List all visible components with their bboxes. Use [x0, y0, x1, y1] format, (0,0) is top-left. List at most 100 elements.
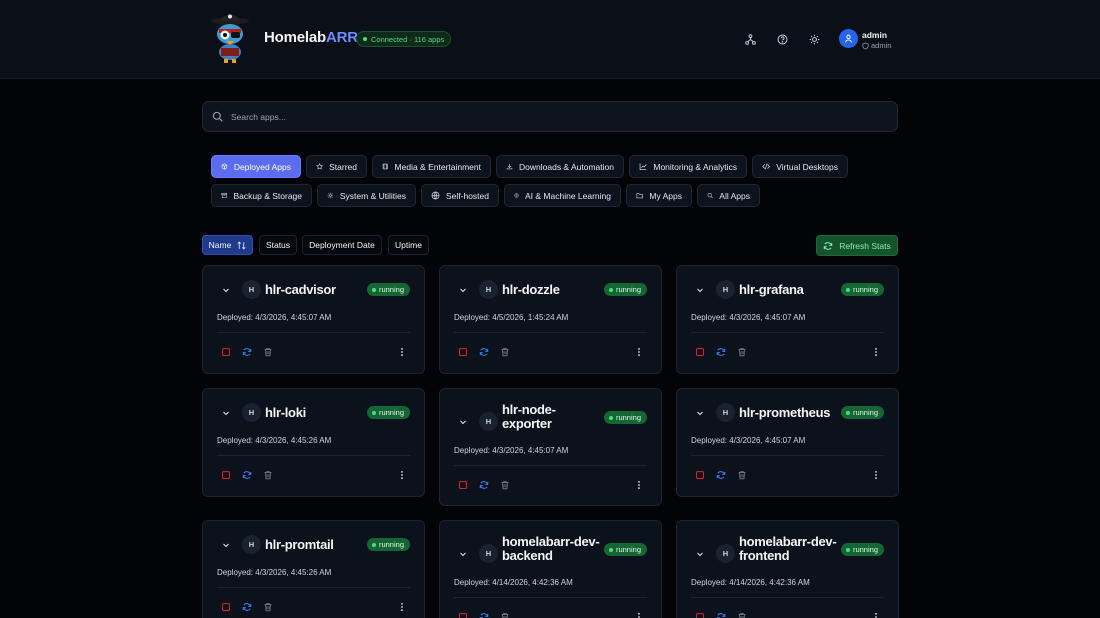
category-self-hosted[interactable]: Self-hosted — [421, 184, 499, 207]
expand-chevron-icon[interactable] — [458, 549, 468, 559]
category-label: Downloads & Automation — [519, 161, 614, 172]
app-name[interactable]: homelabarr-dev-backend — [502, 535, 602, 562]
sort-status-button[interactable]: Status — [259, 235, 297, 255]
more-options-icon[interactable] — [872, 611, 880, 618]
sort-date-label: Deployment Date — [309, 240, 375, 250]
app-card[interactable]: Hhomelabarr-dev-frontend running Deployed:… — [676, 520, 899, 618]
app-card[interactable]: Hhlr-grafana running Deployed: 4/3/2026, 4… — [676, 265, 899, 374]
trash-icon[interactable] — [499, 611, 511, 618]
refresh-stats-button[interactable]: Refresh Stats — [816, 235, 898, 256]
search-bar[interactable] — [202, 101, 898, 132]
app-card[interactable]: Hhlr-cadvisor running Deployed: 4/3/2026, … — [202, 265, 425, 374]
stop-icon[interactable] — [694, 346, 706, 358]
running-dot-icon — [371, 542, 376, 547]
category-deployed-apps[interactable]: Deployed Apps — [211, 155, 301, 178]
app-card[interactable]: Hhlr-dozzle running Deployed: 4/5/2026, 1:… — [439, 265, 662, 374]
restart-icon[interactable] — [241, 469, 253, 481]
category-system-utilities[interactable]: System & Utilities — [317, 184, 416, 207]
trash-icon[interactable] — [262, 469, 274, 481]
refresh-label: Refresh Stats — [839, 240, 891, 251]
category-media-entertainment[interactable]: Media & Entertainment — [372, 155, 491, 178]
trash-icon[interactable] — [499, 479, 511, 491]
card-divider — [691, 597, 884, 598]
running-dot-icon — [608, 287, 613, 292]
card-divider — [454, 465, 647, 466]
trash-icon[interactable] — [736, 346, 748, 358]
user-name[interactable]: admin — [862, 30, 887, 40]
running-dot-icon — [845, 287, 850, 292]
more-options-icon[interactable] — [872, 469, 880, 481]
more-options-icon[interactable] — [635, 479, 643, 491]
connection-text: Connected · 116 apps — [371, 34, 445, 44]
more-options-icon[interactable] — [635, 611, 643, 618]
search-input[interactable] — [231, 111, 831, 122]
expand-chevron-icon[interactable] — [221, 540, 231, 550]
trash-icon[interactable] — [736, 469, 748, 481]
app-card[interactable]: Hhomelabarr-dev-backend running Deployed: … — [439, 520, 662, 618]
restart-icon[interactable] — [478, 346, 490, 358]
expand-chevron-icon[interactable] — [695, 285, 705, 295]
category-all-apps[interactable]: All Apps — [697, 184, 760, 207]
help-icon[interactable] — [773, 30, 791, 48]
stop-icon[interactable] — [220, 601, 232, 613]
app-card[interactable]: Hhlr-node-exporter running Deployed: 4/3/2… — [439, 388, 662, 506]
stop-icon[interactable] — [694, 611, 706, 618]
expand-chevron-icon[interactable] — [695, 408, 705, 418]
stop-icon[interactable] — [220, 346, 232, 358]
app-card[interactable]: Hhlr-promtail running Deployed: 4/3/2026, … — [202, 520, 425, 618]
expand-chevron-icon[interactable] — [458, 417, 468, 427]
app-name[interactable]: homelabarr-dev-frontend — [739, 535, 839, 562]
category-virtual-desktops[interactable]: Virtual Desktops — [752, 155, 848, 178]
restart-icon[interactable] — [241, 346, 253, 358]
restart-icon[interactable] — [241, 601, 253, 613]
trash-icon[interactable] — [262, 601, 274, 613]
trash-icon[interactable] — [262, 346, 274, 358]
app-name[interactable]: hlr-node-exporter — [502, 403, 602, 430]
archive-icon — [221, 192, 227, 199]
network-icon[interactable] — [741, 30, 759, 48]
category-label: Deployed Apps — [233, 161, 291, 172]
more-options-icon[interactable] — [398, 469, 406, 481]
status-badge: running — [366, 406, 410, 419]
restart-icon[interactable] — [715, 346, 727, 358]
restart-icon[interactable] — [715, 469, 727, 481]
category-my-apps[interactable]: My Apps — [626, 184, 692, 207]
deployed-timestamp: Deployed: 4/3/2026, 4:45:07 AM — [217, 313, 332, 322]
app-initial-avatar: H — [242, 280, 261, 299]
more-options-icon[interactable] — [398, 601, 406, 613]
stop-icon[interactable] — [457, 346, 469, 358]
expand-chevron-icon[interactable] — [695, 549, 705, 559]
stop-icon[interactable] — [220, 469, 232, 481]
more-options-icon[interactable] — [635, 346, 643, 358]
user-avatar[interactable] — [839, 29, 858, 48]
category-monitoring-analytics[interactable]: Monitoring & Analytics — [629, 155, 747, 178]
stop-icon[interactable] — [694, 469, 706, 481]
sort-deployment-date-button[interactable]: Deployment Date — [302, 235, 382, 255]
restart-icon[interactable] — [478, 611, 490, 618]
more-options-icon[interactable] — [872, 346, 880, 358]
category-backup-storage[interactable]: Backup & Storage — [211, 184, 312, 207]
category-ai-machine-learning[interactable]: AI & Machine Learning — [504, 184, 621, 207]
running-dot-icon — [845, 410, 850, 415]
sort-uptime-button[interactable]: Uptime — [388, 235, 429, 255]
stop-icon[interactable] — [457, 611, 469, 618]
status-text: running — [852, 408, 878, 417]
stop-icon[interactable] — [457, 479, 469, 491]
trash-icon[interactable] — [736, 611, 748, 618]
theme-toggle-icon[interactable] — [805, 30, 823, 48]
app-card[interactable]: Hhlr-loki running Deployed: 4/3/2026, 4:45… — [202, 388, 425, 497]
pirate-logo[interactable] — [206, 12, 254, 64]
more-options-icon[interactable] — [398, 346, 406, 358]
expand-chevron-icon[interactable] — [221, 285, 231, 295]
deployed-timestamp: Deployed: 4/3/2026, 4:45:07 AM — [691, 313, 806, 322]
category-downloads-automation[interactable]: Downloads & Automation — [496, 155, 624, 178]
expand-chevron-icon[interactable] — [458, 285, 468, 295]
category-starred[interactable]: Starred — [306, 155, 367, 178]
sort-status-label: Status — [265, 240, 291, 250]
restart-icon[interactable] — [478, 479, 490, 491]
app-card[interactable]: Hhlr-prometheus running Deployed: 4/3/2026… — [676, 388, 899, 497]
expand-chevron-icon[interactable] — [221, 408, 231, 418]
sort-name-button[interactable]: Name — [202, 235, 253, 255]
trash-icon[interactable] — [499, 346, 511, 358]
restart-icon[interactable] — [715, 611, 727, 618]
